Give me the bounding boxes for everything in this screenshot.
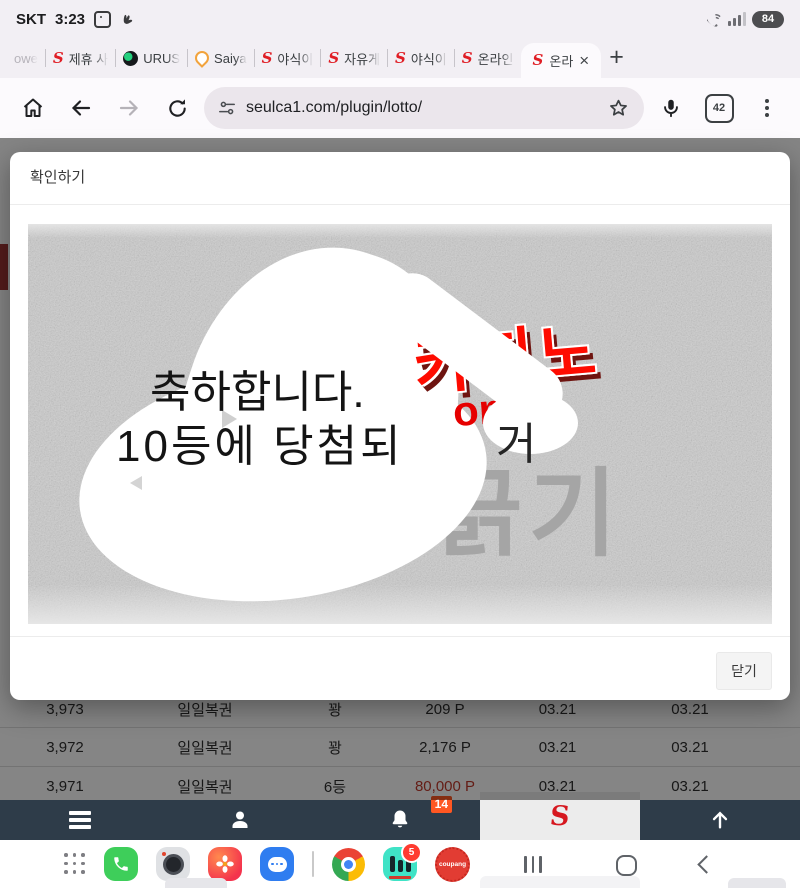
home-nav-button[interactable] [616, 855, 637, 876]
footer-menu-button[interactable] [0, 800, 160, 840]
app-drawer-icon[interactable] [64, 853, 86, 875]
web-page: 3,973 일일복권 꽝 209 P 03.21 03.21 3,972 일일복… [0, 138, 800, 800]
keyboard-peek [165, 878, 227, 888]
keyboard-peek [728, 878, 786, 888]
footer-profile-button[interactable] [160, 800, 320, 840]
back-button[interactable] [60, 87, 102, 129]
signal-icon [728, 12, 746, 26]
kebab-menu-icon [765, 99, 769, 117]
urus-favicon-icon [123, 51, 138, 66]
site-logo-icon: S [549, 801, 572, 832]
hamburger-icon [69, 811, 91, 829]
tab-overflow[interactable]: owe [2, 38, 45, 78]
up-arrow-icon [709, 809, 731, 831]
tab-urus[interactable]: URUS [116, 38, 187, 78]
recents-nav-button[interactable] [524, 856, 542, 873]
tab-online[interactable]: S 온라인 [455, 38, 521, 78]
phone-app-icon[interactable] [104, 847, 138, 881]
tab-jehyu[interactable]: S 제휴 사 [46, 38, 115, 78]
gallery-app-icon[interactable] [208, 847, 242, 881]
wifi-calling-icon [705, 12, 722, 27]
tab-saiya[interactable]: Saiya [188, 38, 254, 78]
forward-button[interactable] [108, 87, 150, 129]
app-notification-badge: 5 [401, 842, 422, 863]
forward-arrow-icon [117, 96, 141, 120]
carrier-label: SKT [16, 11, 46, 28]
battery-indicator: 84 [752, 11, 784, 28]
url-bar[interactable]: seulca1.com/plugin/lotto/ [204, 87, 644, 129]
bank-app-icon[interactable]: 5 [383, 847, 417, 881]
dock-divider [312, 851, 314, 877]
s-favicon-icon: S [462, 51, 473, 66]
tab-active[interactable]: S 온라 × [521, 43, 602, 78]
congrats-line-2: 10등에 당첨되 [116, 410, 404, 474]
camera-flash-dot [162, 852, 166, 856]
modal-close-button[interactable]: 닫기 [716, 652, 772, 690]
flame-favicon-icon [192, 48, 212, 68]
keyboard-peek [480, 876, 640, 888]
menu-button[interactable] [746, 87, 788, 129]
flower-icon [215, 854, 235, 874]
phone-handset-icon [112, 855, 130, 873]
close-tab-icon[interactable]: × [579, 52, 589, 69]
modal-divider [10, 204, 790, 205]
confirm-modal: 확인하기 복권 긁기 축하합니다. 10등에 당첨되 카지노 om [10, 152, 790, 700]
os-dock: 5 coupang [0, 840, 800, 888]
bell-icon [388, 808, 412, 832]
chrome-center [341, 857, 356, 872]
status-bar: SKT 3:23 84 [0, 0, 800, 38]
chrome-app-icon[interactable] [332, 848, 365, 881]
bookmark-star-icon[interactable] [607, 97, 630, 120]
coupang-app-icon[interactable]: coupang [435, 847, 470, 882]
s-favicon-icon: S [395, 51, 406, 66]
browser-toolbar: seulca1.com/plugin/lotto/ 42 [0, 78, 800, 138]
person-icon [228, 808, 252, 832]
messages-app-icon[interactable] [260, 847, 294, 881]
scratch-card-image: 복권 긁기 축하합니다. 10등에 당첨되 카지노 om 거 [28, 224, 772, 624]
voice-search-button[interactable] [650, 87, 692, 129]
camera-app-icon[interactable] [156, 847, 190, 881]
reload-button[interactable] [156, 87, 198, 129]
s-favicon-icon: S [53, 51, 64, 66]
s-favicon-icon: S [262, 51, 273, 66]
partially-covered-char: 거 [496, 408, 536, 472]
tab-yasik-2[interactable]: S 야식이 [388, 38, 454, 78]
new-tab-button[interactable]: + [601, 43, 636, 78]
url-text[interactable]: seulca1.com/plugin/lotto/ [246, 99, 597, 117]
back-arrow-icon [69, 96, 93, 120]
modal-footer-divider [10, 636, 790, 637]
tab-switcher-button[interactable]: 42 [698, 87, 740, 129]
tab-count: 42 [705, 94, 734, 123]
microphone-icon [660, 97, 682, 119]
browser-tab-strip: owe S 제휴 사 URUS Saiya S 야식이 S 자유게 S [0, 38, 800, 78]
site-settings-icon [218, 99, 236, 117]
s-favicon-icon: S [533, 53, 544, 68]
clock: 3:23 [55, 11, 85, 28]
foil-fleck [130, 476, 142, 490]
camera-lens [163, 854, 184, 875]
site-footer-nav: 14 S [0, 800, 800, 840]
footer-notifications-button[interactable]: 14 [320, 800, 480, 840]
bank-app-label [389, 876, 411, 879]
footer-scroll-top-button[interactable] [640, 800, 800, 840]
coupang-label: coupang [439, 861, 466, 868]
screen-capture-icon [94, 11, 111, 28]
tab-jayuge[interactable]: S 자유게 [321, 38, 387, 78]
home-button[interactable] [12, 87, 54, 129]
reload-icon [166, 97, 189, 120]
home-icon [21, 96, 45, 120]
modal-title: 확인하기 [10, 152, 790, 204]
palm-gesture-icon [120, 12, 135, 27]
s-favicon-icon: S [328, 51, 339, 66]
phone-screen: SKT 3:23 84 owe S 제휴 사 [0, 0, 800, 888]
chat-bubble-icon [268, 857, 287, 872]
tab-yasik-1[interactable]: S 야식이 [255, 38, 321, 78]
back-nav-button[interactable] [697, 855, 715, 873]
